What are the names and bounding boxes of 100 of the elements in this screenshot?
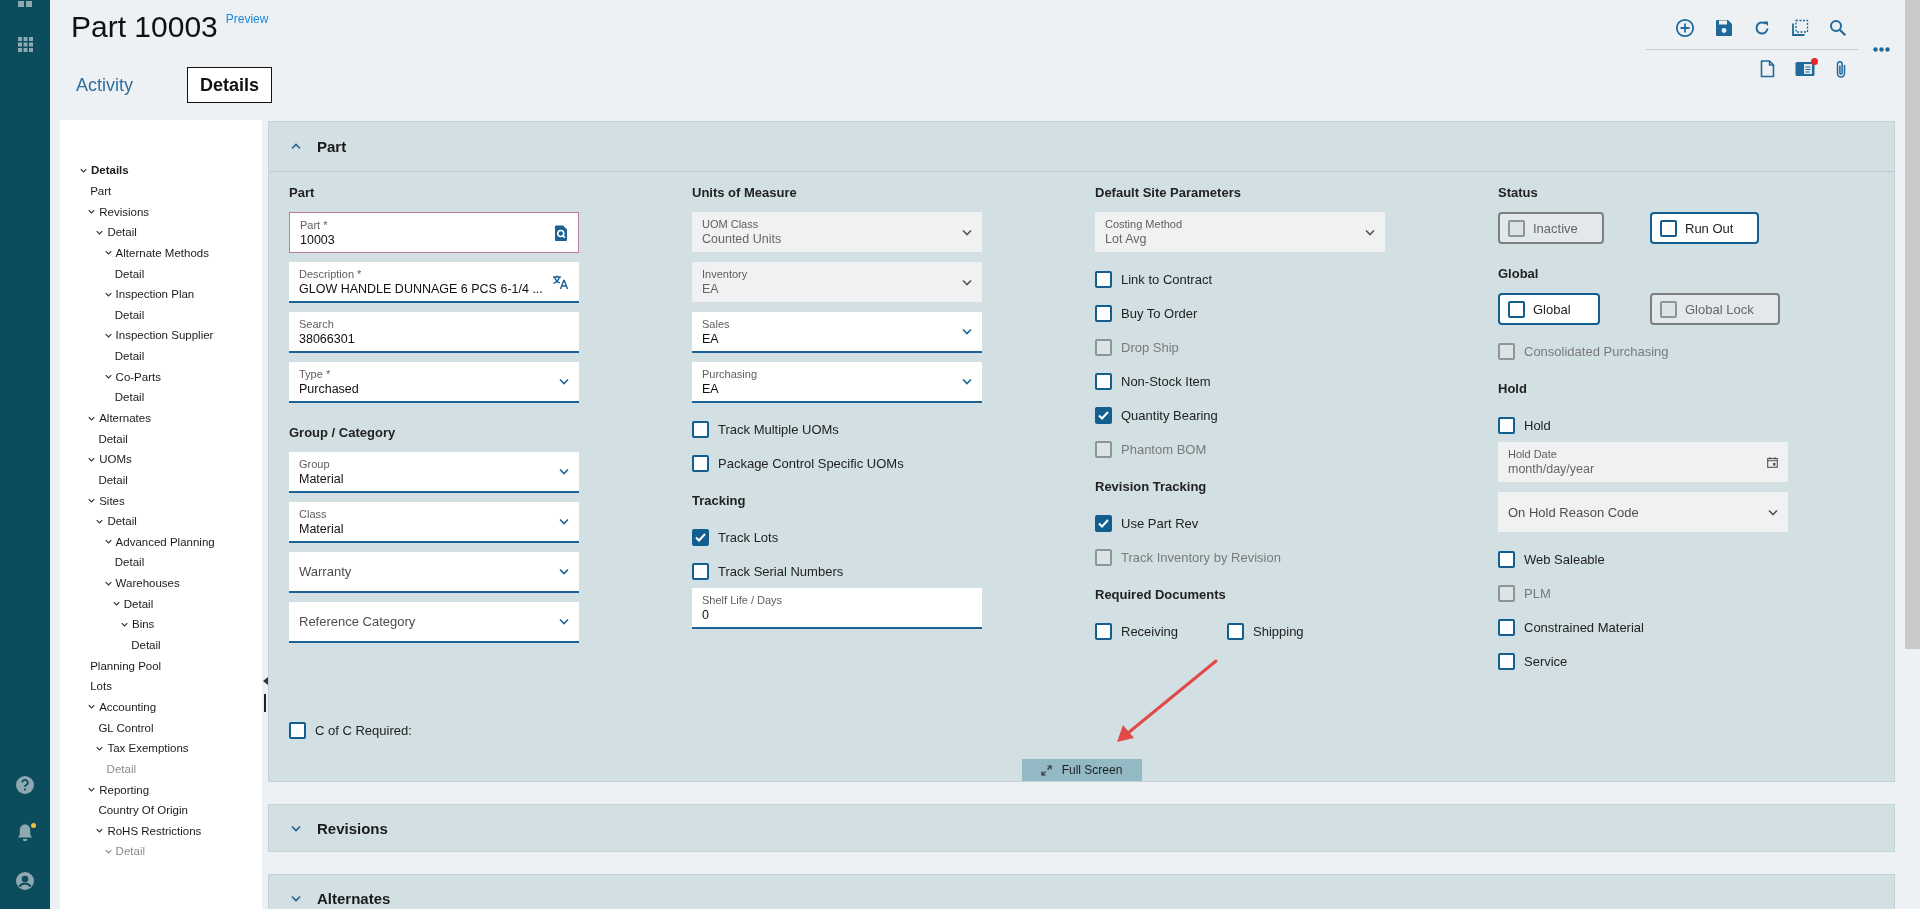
checkbox[interactable]: [692, 420, 709, 438]
tree-item[interactable]: Sites: [60, 490, 262, 511]
search-document-icon[interactable]: [554, 224, 568, 241]
search-icon[interactable]: [1829, 19, 1847, 37]
tree-item[interactable]: Warehouses: [60, 572, 262, 594]
section-heading: Status: [1498, 184, 1539, 202]
checkbox-label: Shipping: [1253, 623, 1304, 639]
checkbox-label: Package Control Specific UOMs: [718, 455, 904, 471]
tree-item[interactable]: Bins: [60, 614, 262, 635]
section-heading: Revision Tracking: [1095, 478, 1208, 496]
tree-item[interactable]: Detail: [60, 304, 262, 326]
user-icon[interactable]: [15, 871, 35, 891]
tree-item[interactable]: Accounting: [60, 696, 262, 718]
checkbox-label: Quantity Bearing: [1121, 407, 1218, 423]
record-icon[interactable]: [1795, 61, 1815, 77]
dropdown[interactable]: Group Material: [289, 452, 579, 493]
checkbox[interactable]: [692, 562, 709, 580]
checkbox-label: Hold: [1524, 417, 1551, 433]
checkbox[interactable]: [1095, 622, 1112, 640]
checkbox[interactable]: [1095, 514, 1112, 532]
tree-item[interactable]: Part: [60, 180, 262, 202]
text-field[interactable]: Search 38066301: [289, 312, 579, 353]
tree-item[interactable]: UOMs: [60, 448, 262, 470]
more-icon[interactable]: [1873, 47, 1890, 52]
refresh-icon[interactable]: [1753, 19, 1771, 37]
tree-item[interactable]: Co-Parts: [60, 366, 262, 388]
text-field[interactable]: Shelf Life / Days 0: [692, 588, 982, 629]
tree-item[interactable]: Detail: [60, 634, 262, 656]
lookup-field[interactable]: Part * 10003: [289, 212, 579, 253]
tree-item[interactable]: Detail: [60, 510, 262, 532]
text-field[interactable]: Description * GLOW HANDLE DUNNAGE 6 PCS 6-1/4 ...: [289, 262, 579, 303]
scrollbar[interactable]: [1905, 0, 1920, 649]
checkbox[interactable]: [1498, 550, 1515, 568]
help-icon[interactable]: [15, 775, 35, 795]
tree-item[interactable]: Tax Exemptions: [60, 737, 262, 759]
chevron-down-icon: [962, 228, 972, 236]
tree-item[interactable]: Alternates: [60, 407, 262, 429]
tree-item[interactable]: Reporting: [60, 779, 262, 800]
tree-item[interactable]: Detail: [60, 593, 262, 615]
dropdown[interactable]: Purchasing EA: [692, 362, 982, 403]
chevron-down-icon: [559, 618, 569, 625]
checkbox-label: Link to Contract: [1121, 271, 1213, 287]
add-icon[interactable]: [1675, 18, 1695, 38]
collapse-arrow-icon[interactable]: [262, 677, 268, 685]
translate-icon[interactable]: [552, 273, 569, 290]
document-icon[interactable]: [1760, 60, 1775, 78]
tree-item[interactable]: Detail: [60, 387, 262, 408]
tree-item[interactable]: Detail: [60, 428, 262, 449]
checkbox[interactable]: [692, 454, 709, 472]
full-screen-button[interactable]: Full Screen: [1021, 759, 1142, 781]
select-area-icon[interactable]: [1791, 19, 1809, 37]
tree-item[interactable]: Advanced Planning: [60, 531, 262, 553]
dropdown[interactable]: Sales EA: [692, 312, 982, 353]
resize-handle[interactable]: [264, 694, 266, 712]
chevron-down-icon: [559, 518, 569, 525]
chevron-down-icon: [559, 568, 569, 575]
checkbox-label: Web Saleable: [1524, 551, 1605, 567]
section-header[interactable]: Revisions: [268, 804, 1895, 852]
checkbox[interactable]: [692, 528, 709, 546]
checkbox[interactable]: [1498, 416, 1515, 434]
checkbox[interactable]: [1095, 270, 1112, 288]
tree-item[interactable]: GL Control: [60, 717, 262, 738]
tree-item[interactable]: Detail: [60, 263, 262, 284]
dropdown[interactable]: Warranty: [289, 552, 579, 593]
tree-item[interactable]: Detail: [60, 221, 262, 243]
checkbox[interactable]: [1498, 618, 1515, 636]
checkbox[interactable]: [1095, 304, 1112, 322]
checkbox[interactable]: [1498, 652, 1515, 670]
tree-item[interactable]: Lots: [60, 676, 262, 697]
tree-item[interactable]: Planning Pool: [60, 655, 262, 676]
bell-icon[interactable]: [16, 823, 34, 843]
toggle-button[interactable]: Run Out: [1650, 212, 1760, 244]
tree-item[interactable]: Detail: [60, 469, 262, 491]
section-header[interactable]: Part: [269, 122, 1894, 172]
checkbox-label: Non-Stock Item: [1121, 373, 1211, 389]
tree-item[interactable]: Inspection Supplier: [60, 325, 262, 346]
section-heading: Part: [289, 184, 316, 202]
tab[interactable]: Details: [187, 67, 273, 103]
checkbox[interactable]: [1095, 406, 1112, 424]
dropdown[interactable]: Type * Purchased: [289, 362, 579, 403]
tab[interactable]: Activity: [76, 67, 146, 103]
save-icon[interactable]: [1715, 19, 1733, 37]
section-header[interactable]: Alternates: [268, 874, 1895, 909]
checkbox[interactable]: [289, 721, 306, 739]
checkbox[interactable]: [1095, 372, 1112, 390]
apps-grid-icon[interactable]: [16, 36, 34, 53]
paperclip-icon[interactable]: [1835, 59, 1847, 79]
tree-item[interactable]: Alternate Methods: [60, 242, 262, 264]
dropdown[interactable]: Class Material: [289, 502, 579, 543]
checkbox[interactable]: [1227, 622, 1244, 640]
toggle-button[interactable]: Global: [1498, 293, 1600, 325]
tree-item[interactable]: Country Of Origin: [60, 799, 262, 821]
tree-item[interactable]: Details: [60, 160, 262, 181]
checkbox-label: Consolidated Purchasing: [1524, 343, 1669, 359]
tree-item[interactable]: Revisions: [60, 201, 262, 222]
tree-item[interactable]: Inspection Plan: [60, 283, 262, 305]
tree-item[interactable]: Detail: [60, 345, 262, 367]
tree-item[interactable]: Detail: [60, 552, 262, 573]
tree-item[interactable]: RoHS Restrictions: [60, 820, 262, 842]
dropdown[interactable]: Reference Category: [289, 602, 579, 643]
